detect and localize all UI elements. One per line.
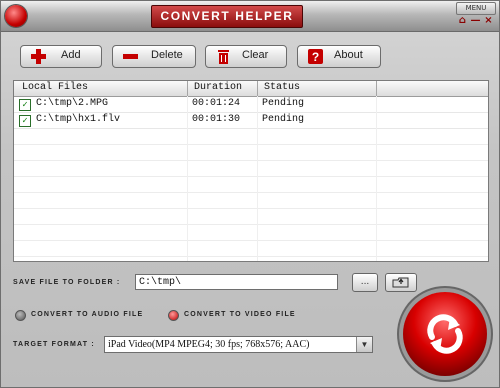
- delete-button[interactable]: Delete: [112, 45, 196, 68]
- row-checkbox[interactable]: ✓: [19, 115, 31, 127]
- empty-row: [14, 145, 488, 161]
- audio-radio-label[interactable]: CONVERT TO AUDIO FILE: [31, 311, 143, 318]
- empty-row: [14, 193, 488, 209]
- file-path: C:\tmp\hx1.flv: [36, 114, 121, 125]
- convert-button[interactable]: [403, 292, 487, 376]
- browse-button[interactable]: ...: [352, 273, 378, 292]
- open-folder-icon: [392, 277, 409, 288]
- empty-row: [14, 161, 488, 177]
- file-list-header: Local Files Duration Status: [14, 81, 488, 97]
- file-list[interactable]: Local Files Duration Status ✓ C:\tmp\2.M…: [13, 80, 489, 262]
- target-format-label: TARGET FORMAT :: [13, 341, 95, 348]
- empty-row: [14, 209, 488, 225]
- chevron-down-icon[interactable]: ▼: [356, 337, 372, 352]
- about-label: About: [334, 49, 363, 61]
- add-button[interactable]: Add: [20, 45, 102, 68]
- video-radio-label[interactable]: CONVERT TO VIDEO FILE: [184, 311, 296, 318]
- target-format-value: iPad Video(MP4 MPEG4; 30 fps; 768x576; A…: [108, 339, 310, 350]
- empty-row: [14, 241, 488, 257]
- empty-row: [14, 129, 488, 145]
- table-row[interactable]: ✓ C:\tmp\2.MPG 00:01:24 Pending: [14, 97, 488, 113]
- save-folder-label: SAVE FILE TO FOLDER :: [13, 279, 121, 286]
- help-icon: ?: [308, 49, 323, 64]
- delete-label: Delete: [151, 49, 183, 61]
- clear-label: Clear: [242, 49, 269, 61]
- column-header-status[interactable]: Status: [264, 82, 300, 93]
- title-bar[interactable]: CONVERT HELPER MENU ⌂ — ×: [1, 1, 499, 32]
- close-button[interactable]: ×: [483, 15, 494, 26]
- column-divider: [376, 96, 377, 261]
- delete-icon: [123, 54, 138, 59]
- clear-button[interactable]: Clear: [205, 45, 287, 68]
- open-folder-button[interactable]: [385, 273, 417, 292]
- title-plate: CONVERT HELPER: [151, 5, 303, 28]
- empty-row: [14, 177, 488, 193]
- table-row[interactable]: ✓ C:\tmp\hx1.flv 00:01:30 Pending: [14, 113, 488, 129]
- row-checkbox[interactable]: ✓: [19, 99, 31, 111]
- column-divider: [257, 96, 258, 261]
- app-title: CONVERT HELPER: [160, 9, 294, 23]
- file-duration: 00:01:30: [192, 114, 241, 125]
- add-label: Add: [61, 49, 81, 61]
- save-folder-input[interactable]: C:\tmp\: [135, 274, 338, 290]
- empty-row: [14, 225, 488, 241]
- menu-button[interactable]: MENU: [456, 2, 496, 15]
- minimize-button[interactable]: —: [470, 15, 481, 26]
- convert-arrows-icon: [427, 314, 463, 354]
- audio-radio[interactable]: [15, 310, 26, 321]
- file-duration: 00:01:24: [192, 98, 241, 109]
- add-icon: [31, 49, 46, 64]
- home-icon[interactable]: ⌂: [457, 15, 468, 26]
- column-divider: [187, 96, 188, 261]
- about-button[interactable]: ? About: [297, 45, 381, 68]
- app-window: CONVERT HELPER MENU ⌂ — × Add Delete Cle…: [0, 0, 500, 388]
- column-header-local-files[interactable]: Local Files: [22, 82, 88, 93]
- file-path: C:\tmp\2.MPG: [36, 98, 109, 109]
- app-logo-icon: [5, 5, 27, 27]
- video-radio[interactable]: [168, 310, 179, 321]
- file-status: Pending: [262, 114, 305, 125]
- svg-text:?: ?: [312, 50, 319, 64]
- trash-icon: [218, 50, 229, 64]
- column-header-duration[interactable]: Duration: [194, 82, 242, 93]
- file-status: Pending: [262, 98, 305, 109]
- target-format-select[interactable]: iPad Video(MP4 MPEG4; 30 fps; 768x576; A…: [104, 336, 373, 353]
